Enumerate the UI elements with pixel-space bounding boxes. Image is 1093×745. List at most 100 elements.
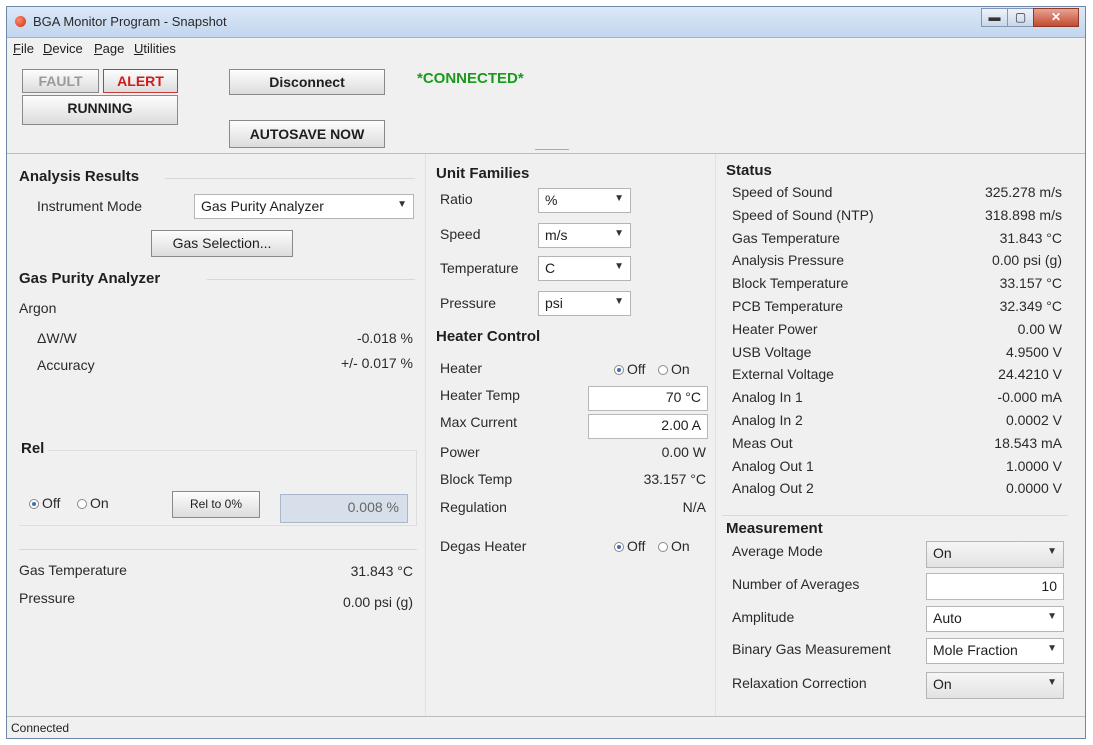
status-row-value: 4.9500 V — [1005, 343, 1062, 360]
heater-on-radio[interactable]: On — [658, 361, 690, 377]
disconnect-button[interactable]: Disconnect — [229, 69, 385, 95]
status-title: Status — [726, 162, 772, 179]
connection-status: *CONNECTED* — [417, 70, 524, 87]
status-row-label: Gas Temperature — [732, 229, 840, 246]
max-current-input[interactable]: 2.00 A — [588, 414, 708, 439]
unit-speed-select[interactable]: m/s ▼ — [538, 223, 631, 248]
menu-page[interactable]: Page — [94, 41, 124, 56]
unit-ratio-value: % — [545, 192, 558, 208]
rel-to-zero-button[interactable]: Rel to 0% — [172, 491, 260, 518]
regulation-value: N/A — [682, 499, 706, 515]
chevron-down-icon: ▼ — [397, 199, 407, 210]
number-of-averages-input[interactable]: 10 — [926, 573, 1064, 600]
window-title: BGA Monitor Program - Snapshot — [33, 14, 227, 29]
pressure-label: Pressure — [19, 590, 76, 606]
maximize-icon[interactable]: ▢ — [1007, 8, 1034, 27]
pressure-value: 0.00 psi (g) — [342, 594, 413, 610]
binary-gas-measurement-label: Binary Gas Measurement — [732, 641, 891, 657]
unit-temperature-label: Temperature — [440, 260, 519, 276]
status-row-label: Block Temperature — [732, 275, 849, 292]
status-bar: Connected — [7, 716, 1085, 738]
middle-panel: Unit Families Ratio % ▼ Speed m/s ▼ Temper… — [425, 154, 716, 720]
menu-utilities[interactable]: Utilities — [134, 41, 176, 56]
app-icon — [15, 16, 26, 27]
block-temp-label: Block Temp — [440, 471, 513, 487]
group-divider — [19, 549, 417, 550]
average-mode-select[interactable]: On ▼ — [926, 541, 1064, 568]
alert-indicator[interactable]: ALERT — [103, 69, 178, 93]
status-row-label: Heater Power — [732, 320, 818, 337]
minimize-icon[interactable]: ▬ — [981, 8, 1008, 27]
status-row-value: 18.543 mA — [994, 434, 1062, 451]
number-of-averages-label: Number of Averages — [732, 576, 860, 592]
gas-temperature-label: Gas Temperature — [19, 562, 127, 578]
degas-off-radio[interactable]: Off — [614, 538, 645, 554]
status-row-label: Analog In 2 — [732, 412, 803, 428]
accuracy-value: +/- 0.017 % — [341, 355, 413, 371]
heater-temp-input[interactable]: 70 °C — [588, 386, 708, 411]
average-mode-label: Average Mode — [732, 543, 823, 559]
fault-indicator[interactable]: FAULT — [22, 69, 99, 93]
gas-selection-button[interactable]: Gas Selection... — [151, 230, 293, 257]
chevron-down-icon: ▼ — [1047, 611, 1057, 622]
menu-device[interactable]: Device — [43, 41, 83, 56]
radio-selected-icon — [614, 542, 624, 552]
unit-families-title: Unit Families — [436, 165, 530, 182]
rel-off-radio[interactable]: Off — [29, 495, 60, 511]
relaxation-correction-label: Relaxation Correction — [732, 675, 867, 691]
status-row-value: 31.843 °C — [999, 229, 1062, 246]
rel-on-radio[interactable]: On — [77, 495, 109, 511]
binary-gas-measurement-value: Mole Fraction — [933, 642, 1018, 658]
title-bar[interactable]: BGA Monitor Program - Snapshot ▬ ▢ ✕ — [7, 7, 1085, 38]
status-bar-text: Connected — [11, 721, 70, 735]
instrument-mode-label: Instrument Mode — [37, 198, 143, 214]
heater-control-title: Heater Control — [436, 328, 541, 345]
measurement-title: Measurement — [726, 520, 823, 537]
app-window: BGA Monitor Program - Snapshot ▬ ▢ ✕ Fil… — [6, 6, 1086, 739]
status-row-label: PCB Temperature — [732, 298, 844, 314]
analysis-results-title: Analysis Results — [19, 168, 140, 185]
unit-pressure-select[interactable]: psi ▼ — [538, 291, 631, 316]
radio-empty-icon — [77, 499, 87, 509]
instrument-mode-value: Gas Purity Analyzer — [201, 198, 324, 214]
relaxation-correction-select[interactable]: On ▼ — [926, 672, 1064, 699]
chevron-down-icon: ▼ — [614, 193, 624, 204]
heater-temp-label: Heater Temp — [440, 387, 520, 403]
unit-temperature-select[interactable]: C ▼ — [538, 256, 631, 281]
amplitude-label: Amplitude — [732, 609, 795, 625]
group-divider — [207, 279, 415, 280]
unit-ratio-select[interactable]: % ▼ — [538, 188, 631, 213]
status-row-label: Analysis Pressure — [732, 252, 845, 269]
autosave-now-button[interactable]: AUTOSAVE NOW — [229, 120, 385, 148]
regulation-label: Regulation — [440, 499, 507, 515]
power-value: 0.00 W — [661, 444, 706, 460]
degas-on-radio[interactable]: On — [658, 538, 690, 554]
running-indicator[interactable]: RUNNING — [22, 95, 178, 125]
menu-bar: File Device Page Utilities — [7, 38, 1085, 58]
power-label: Power — [440, 444, 480, 460]
status-row-value: 32.349 °C — [999, 298, 1062, 314]
status-row-value: 0.00 W — [1017, 320, 1062, 337]
binary-gas-measurement-select[interactable]: Mole Fraction ▼ — [926, 638, 1064, 664]
main-content: Analysis Results Instrument Mode Gas Pur… — [7, 153, 1085, 720]
status-row-label: USB Voltage — [732, 343, 812, 360]
group-divider — [165, 178, 415, 179]
chevron-down-icon: ▼ — [614, 228, 624, 239]
delta-w-w-label: ΔW/W — [37, 330, 77, 346]
status-row-value: 1.0000 V — [1005, 457, 1062, 474]
unit-speed-value: m/s — [545, 227, 568, 243]
status-row-label: Meas Out — [732, 434, 793, 451]
instrument-mode-select[interactable]: Gas Purity Analyzer ▼ — [194, 194, 414, 219]
status-row-label: Analog Out 1 — [732, 457, 814, 474]
toolbar: FAULT ALERT RUNNING Disconnect AUTOSAVE … — [7, 58, 1085, 150]
status-row-label: Analog In 1 — [732, 389, 803, 406]
close-icon[interactable]: ✕ — [1033, 8, 1079, 27]
heater-off-radio[interactable]: Off — [614, 361, 645, 377]
delta-w-w-value: -0.018 % — [356, 330, 413, 346]
unit-speed-label: Speed — [440, 226, 481, 242]
amplitude-select[interactable]: Auto ▼ — [926, 606, 1064, 632]
status-row-value: 0.00 psi (g) — [991, 252, 1062, 269]
radio-selected-icon — [29, 499, 39, 509]
radio-empty-icon — [658, 365, 668, 375]
menu-file[interactable]: File — [13, 41, 34, 56]
